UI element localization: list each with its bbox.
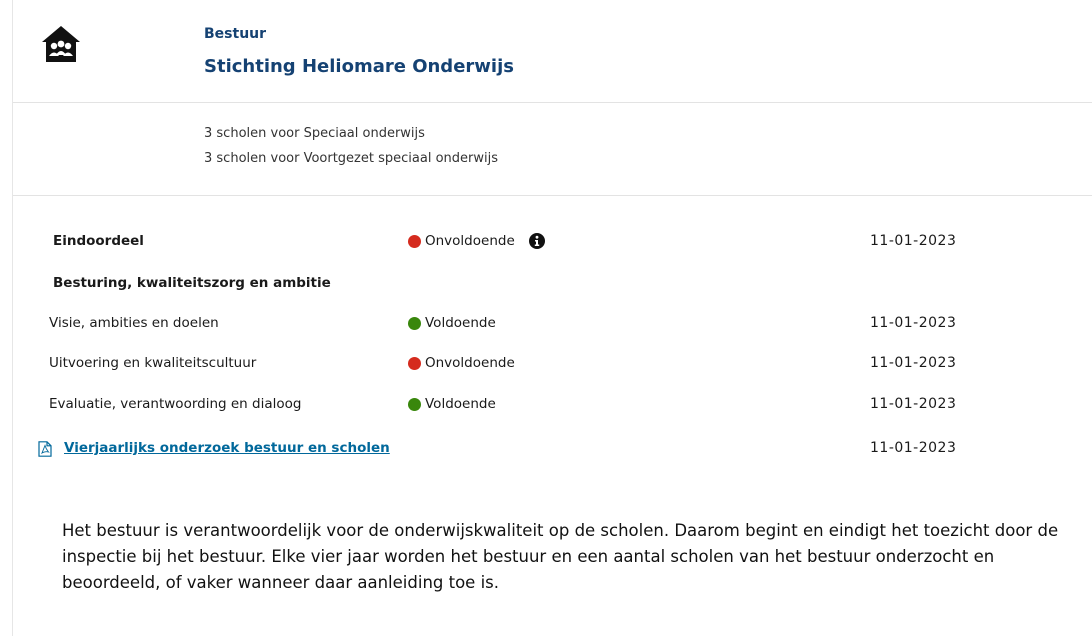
judgement-date: 11-01-2023 [870,355,957,371]
board-type-label: Bestuur [204,26,267,42]
judgement-row: Uitvoering en kwaliteitscultuur Onvoldoe… [0,353,1092,375]
organization-name: Stichting Heliomare Onderwijs [204,56,514,77]
judgement-label: Evaluatie, verantwoording en dialoog [49,396,302,412]
schools-count-so: 3 scholen voor Speciaal onderwijs [204,126,425,141]
status-dot [408,397,421,411]
status-dot [408,356,421,370]
status-dot [408,234,421,248]
board-header: Bestuur Stichting Heliomare Onderwijs [13,0,1092,103]
judgement-label: Uitvoering en kwaliteitscultuur [49,355,257,371]
status-text: Onvoldoende [425,355,515,371]
judgement-row: Visie, ambities en doelen Voldoende 11-0… [0,313,1092,335]
section-heading: Besturing, kwaliteitszorg en ambitie [53,275,331,291]
judgement-status: Voldoende [408,315,496,331]
schools-summary: 3 scholen voor Speciaal onderwijs 3 scho… [13,103,1092,196]
section-heading-row: Besturing, kwaliteitszorg en ambitie [0,273,1092,295]
report-date: 11-01-2023 [870,440,957,456]
judgement-label: Eindoordeel [53,233,144,249]
status-dot [408,316,421,330]
explanation-text: Het bestuur is verantwoordelijk voor de … [62,521,1059,592]
info-icon[interactable] [528,233,545,249]
judgement-status: Voldoende [408,396,496,412]
school-board-house-icon [42,26,80,62]
status-text: Onvoldoende [425,233,515,249]
report-row: Vierjaarlijks onderzoek bestuur en schol… [0,438,1092,460]
judgement-row-final: Eindoordeel Onvoldoende 11-01-2023 [0,231,1092,253]
status-text: Voldoende [425,315,496,331]
schools-count-vso: 3 scholen voor Voortgezet speciaal onder… [204,151,498,166]
report-download-link[interactable]: Vierjaarlijks onderzoek bestuur en schol… [64,440,390,456]
judgement-label: Visie, ambities en doelen [49,315,219,331]
pdf-document-icon[interactable] [38,441,52,457]
status-text: Voldoende [425,396,496,412]
judgement-date: 11-01-2023 [870,233,957,249]
judgement-status: Onvoldoende [408,233,545,249]
judgement-row: Evaluatie, verantwoording en dialoog Vol… [0,394,1092,416]
judgement-date: 11-01-2023 [870,396,957,412]
judgement-date: 11-01-2023 [870,315,957,331]
judgement-status: Onvoldoende [408,355,515,371]
